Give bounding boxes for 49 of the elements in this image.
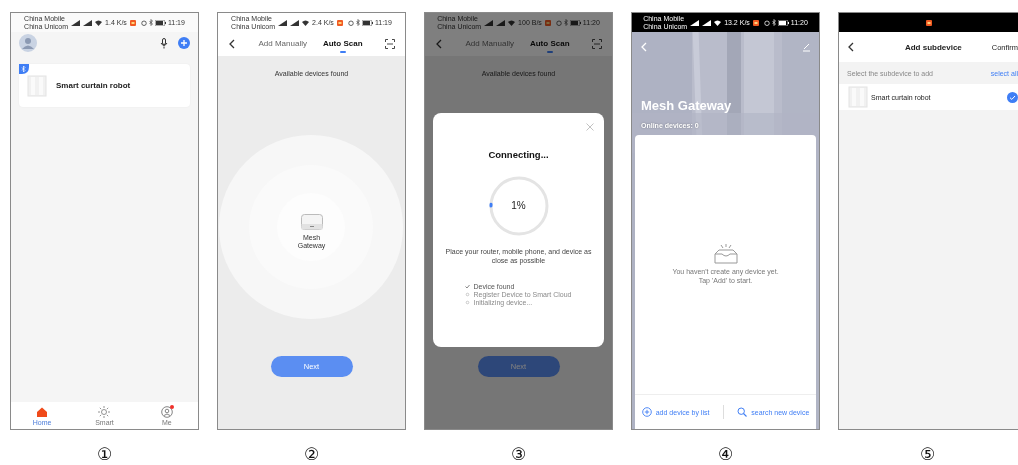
wifi-icon [714,19,722,26]
step-number: ② [303,444,320,464]
progress-percent: 1% [510,199,527,213]
wifi-icon [508,19,516,26]
bluetooth-icon [148,19,153,26]
profile-icon [160,405,173,418]
scan-icon[interactable] [385,39,395,49]
step-number: ④ [717,444,734,464]
battery-icon [154,19,166,26]
avatar[interactable] [19,34,37,52]
battery-icon [777,19,789,26]
app-icon [336,19,343,26]
home-icon [36,405,49,418]
screen-title: Add subdevice [903,42,963,52]
app-icon [752,19,759,26]
back-icon[interactable] [847,42,855,52]
bluetooth-icon [355,19,360,26]
microphone-icon[interactable] [160,37,168,49]
tab[interactable]: Auto Scan [322,38,363,50]
step-number: ③ [510,444,527,464]
sun-icon [98,405,111,418]
battery-icon [569,19,581,26]
search-icon [737,407,748,417]
wifi-icon [302,19,310,26]
checkbox[interactable] [1007,91,1018,103]
scan-icon[interactable] [592,39,602,49]
device-card[interactable]: Smart curtain robot [19,64,190,107]
add-icon [641,407,652,417]
curtain-icon [848,86,868,108]
dialog-title: Connecting... [488,149,549,160]
tab[interactable]: Auto Scan [529,38,570,50]
add-button[interactable] [178,37,190,49]
tab[interactable]: Add Manually [258,38,307,50]
curtain-icon [27,74,47,97]
app-icon [129,19,136,26]
bluetooth-icon [563,19,568,26]
battery-icon [361,19,373,26]
bluetooth-icon [771,19,776,26]
step-number: ⑤ [919,444,936,464]
device-title: Mesh Gateway [641,98,733,113]
app-icon [925,19,932,26]
app-icon [544,19,551,26]
wifi-icon [95,19,103,26]
empty-tray-icon [712,244,739,264]
back-icon[interactable] [228,39,236,49]
tab[interactable]: Add Manually [465,38,514,50]
step-number: ① [96,444,113,464]
gateway-icon [300,213,323,230]
device-name: Smart curtain robot [56,81,131,90]
